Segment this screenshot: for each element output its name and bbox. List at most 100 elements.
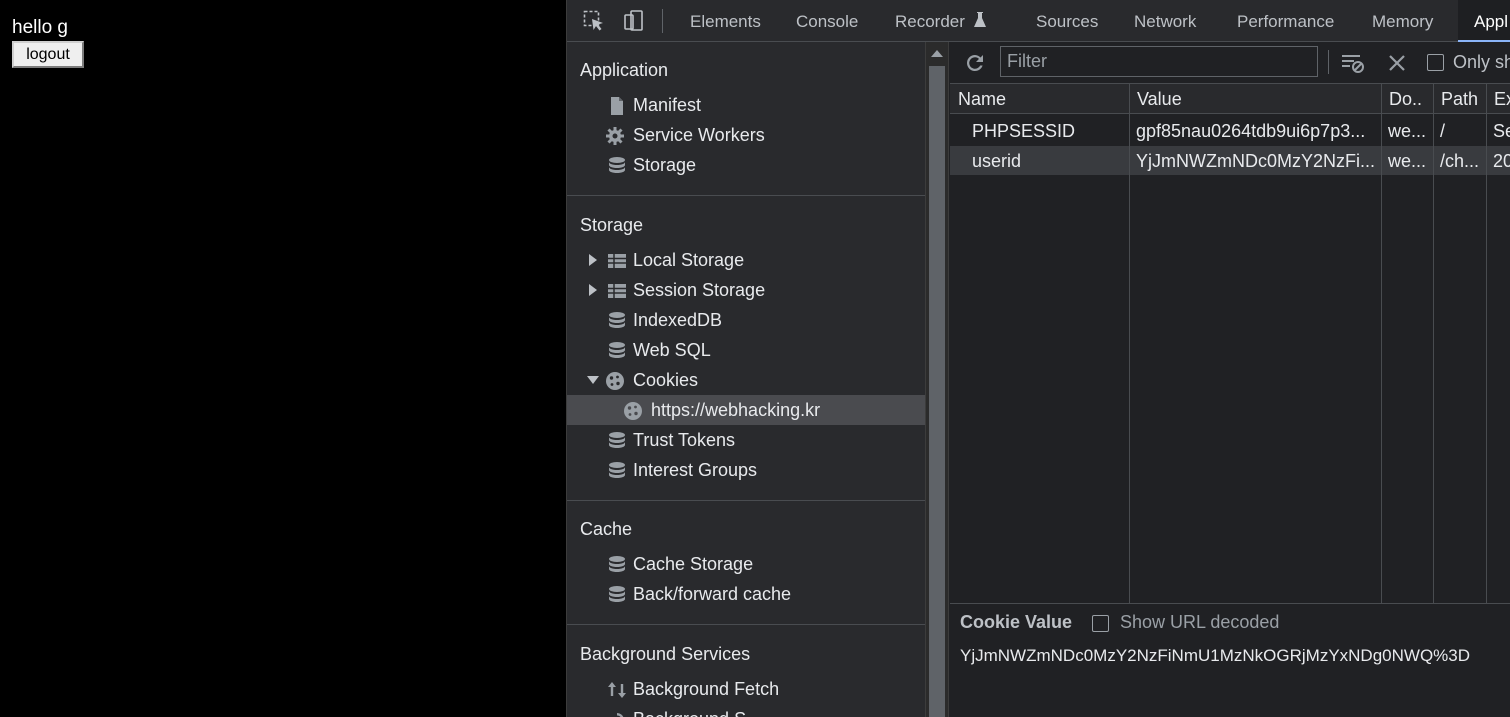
sidebar-item-label: Cache Storage [633, 554, 754, 574]
refresh-icon[interactable] [964, 52, 986, 74]
database-icon [609, 432, 625, 448]
sidebar-item-session-storage[interactable]: Session Storage [567, 275, 925, 305]
show-url-decoded-checkbox[interactable] [1092, 615, 1109, 632]
application-sidebar: Application Manifest Service Workers Sto… [567, 42, 925, 717]
show-url-decoded-label: Show URL decoded [1120, 612, 1280, 632]
sidebar-item-label: Local Storage [633, 250, 745, 270]
devtools-tabbar: Elements Console Recorder Sources Networ… [567, 0, 1510, 42]
sidebar-item-trust-tokens[interactable]: Trust Tokens [567, 425, 925, 455]
table-grid-icon [608, 284, 626, 298]
sync-icon [617, 713, 624, 717]
tab-recorder[interactable]: Recorder [895, 0, 986, 42]
sidebar-item-label: Background Fetch [633, 679, 780, 699]
sidebar-item-local-storage[interactable]: Local Storage [567, 245, 925, 275]
tab-sources[interactable]: Sources [1036, 0, 1098, 42]
section-title-storage: Storage [580, 215, 644, 235]
section-title-cache: Cache [580, 519, 633, 539]
sidebar-scrollbar[interactable] [925, 42, 949, 717]
sidebar-item-cookie-origin[interactable]: https://webhacking.kr [567, 395, 925, 425]
cookie-expires: 20 [1493, 151, 1510, 171]
close-icon[interactable] [1387, 53, 1407, 73]
page-viewport: hello g logout [0, 0, 566, 717]
sidebar-item-label: Service Workers [633, 125, 765, 145]
device-toolbar-icon[interactable] [622, 9, 646, 33]
tab-recorder-label: Recorder [895, 12, 965, 31]
filter-input[interactable] [1000, 46, 1318, 77]
file-icon [611, 97, 623, 115]
sidebar-item-service-workers[interactable]: Service Workers [567, 120, 925, 150]
cookie-name: userid [972, 151, 1022, 171]
cookie-value: YjJmNWZmNDc0MzY2NzFi... [1136, 151, 1375, 171]
sidebar-item-label: Web SQL [633, 340, 711, 360]
cookie-value: gpf85nau0264tdb9ui6p7p3... [1136, 121, 1366, 141]
sidebar-item-label: Interest Groups [633, 460, 758, 480]
cookie-value-panel: Cookie Value Show URL decoded YjJmNWZmND… [950, 603, 1510, 717]
tab-elements[interactable]: Elements [690, 0, 761, 42]
sidebar-item-label: Cookies [633, 370, 699, 390]
database-icon [609, 586, 625, 602]
cookie-icon [606, 372, 624, 390]
section-divider [567, 195, 925, 196]
logout-button[interactable]: logout [12, 41, 84, 68]
sidebar-item-cache-storage[interactable]: Cache Storage [567, 549, 925, 579]
database-icon [609, 342, 625, 358]
cookie-value-text[interactable]: YjJmNWZmNDc0MzY2NzFiNmU1MzNkOGRjMzYxNDg0… [960, 646, 1470, 666]
column-divider[interactable] [1129, 84, 1130, 603]
column-divider[interactable] [1486, 84, 1487, 603]
table-row[interactable]: userid YjJmNWZmNDc0MzY2NzFi... we... /ch… [950, 146, 1510, 175]
sidebar-item-storage-overview[interactable]: Storage [567, 150, 925, 180]
column-header-name[interactable]: Name [950, 84, 1129, 114]
sidebar-item-label: Back/forward cache [633, 584, 792, 604]
cookies-toolbar: Only sh [950, 42, 1510, 84]
chevron-right-icon[interactable] [587, 245, 599, 275]
sidebar-item-background-sync[interactable]: Background S [567, 704, 925, 717]
tab-console[interactable]: Console [796, 0, 858, 42]
column-header-value[interactable]: Value [1129, 84, 1381, 114]
cookie-name: PHPSESSID [972, 121, 1076, 141]
toolbar-separator [662, 9, 663, 33]
tab-network[interactable]: Network [1134, 0, 1196, 42]
sidebar-item-label: IndexedDB [633, 310, 723, 330]
only-show-issues-label: Only sh [1453, 52, 1510, 72]
column-header-expires[interactable]: Ex [1486, 84, 1510, 114]
sidebar-item-web-sql[interactable]: Web SQL [567, 335, 925, 365]
clear-filtered-cookies-icon[interactable] [1340, 51, 1366, 75]
cookie-expires: Se [1493, 121, 1510, 141]
column-header-path[interactable]: Path [1433, 84, 1486, 114]
scroll-up-arrow-icon[interactable] [931, 50, 943, 57]
cookie-value-title: Cookie Value [960, 612, 1073, 632]
database-icon [609, 556, 625, 572]
sidebar-item-interest-groups[interactable]: Interest Groups [567, 455, 925, 485]
sidebar-item-indexeddb[interactable]: IndexedDB [567, 305, 925, 335]
section-divider [567, 500, 925, 501]
sidebar-item-manifest[interactable]: Manifest [567, 90, 925, 120]
sidebar-item-cookies[interactable]: Cookies [567, 365, 925, 395]
table-grid-icon [608, 254, 626, 268]
chevron-down-icon[interactable] [587, 365, 599, 395]
inspect-element-icon[interactable] [582, 9, 606, 33]
tab-memory[interactable]: Memory [1372, 0, 1433, 42]
database-icon [609, 312, 625, 328]
chevron-right-icon[interactable] [587, 275, 599, 305]
table-row[interactable]: PHPSESSID gpf85nau0264tdb9ui6p7p3... we.… [950, 116, 1510, 146]
gear-icon [606, 127, 624, 145]
only-show-issues-checkbox[interactable] [1427, 54, 1444, 71]
column-divider[interactable] [1433, 84, 1434, 603]
sidebar-item-back-forward-cache[interactable]: Back/forward cache [567, 579, 925, 609]
tab-application[interactable]: Appl [1458, 0, 1510, 42]
tab-performance[interactable]: Performance [1237, 0, 1334, 42]
experiment-flask-icon [974, 12, 986, 27]
database-icon [609, 157, 625, 173]
sidebar-item-background-fetch[interactable]: Background Fetch [567, 674, 925, 704]
greeting-text: hello g [12, 17, 68, 38]
sidebar-item-label: Background S [633, 704, 746, 717]
devtools-panel: Elements Console Recorder Sources Networ… [566, 0, 1510, 717]
sidebar-item-label: Manifest [633, 95, 702, 115]
column-divider[interactable] [1381, 84, 1382, 603]
cookies-table: Name Value Do.. Path Ex PHPSESSID gpf85n… [950, 84, 1510, 603]
section-divider [567, 624, 925, 625]
column-header-domain[interactable]: Do.. [1381, 84, 1433, 114]
sidebar-item-label: https://webhacking.kr [651, 400, 821, 420]
scrollbar-thumb[interactable] [929, 66, 945, 717]
database-icon [609, 462, 625, 478]
